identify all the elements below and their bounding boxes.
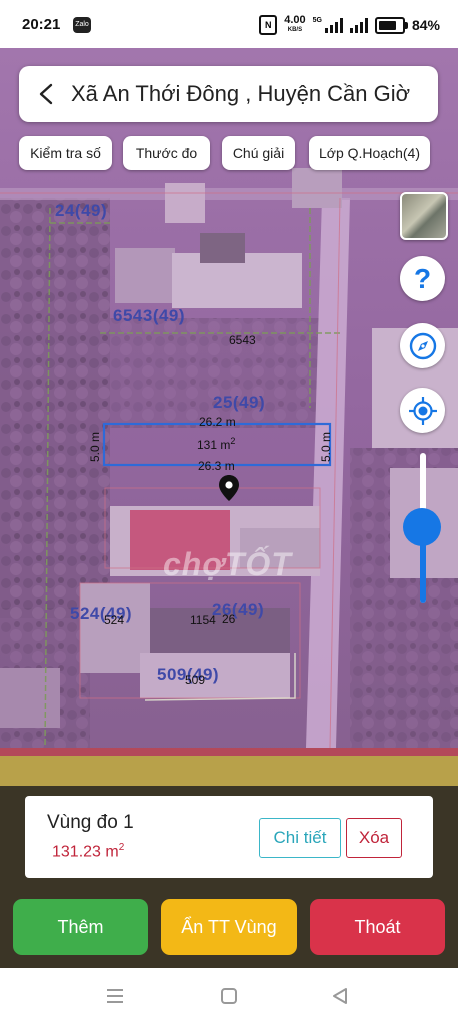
measurement-panel: Vùng đo 1 131.23 m2 Chi tiết Xóa Thêm Ẩn…: [0, 786, 458, 968]
exit-button[interactable]: Thoát: [310, 899, 445, 955]
parcel-number: 6543: [229, 333, 256, 347]
network-speed: 4.00 KB/S: [284, 14, 306, 34]
measure-bottom-length: 26.3 m: [198, 459, 235, 473]
nfc-icon: N: [259, 15, 278, 35]
parcel-label: 6543(49): [113, 306, 186, 325]
signal-5g-icon: 5G: [313, 17, 343, 33]
parcel-number: 509: [185, 673, 206, 687]
help-button[interactable]: ?: [400, 256, 445, 301]
question-icon: ?: [413, 262, 432, 294]
hide-region-info-button[interactable]: Ẩn TT Vùng: [161, 899, 297, 955]
measure-top-length: 26.2 m: [199, 415, 236, 429]
parcel-number: 26: [222, 612, 236, 626]
measure-area: 131 m2: [197, 436, 236, 452]
parcel-number: 1154: [190, 613, 216, 627]
zalo-notification-icon: Zalo: [73, 17, 91, 33]
parcel-label: 26(49): [212, 600, 265, 619]
zoom-slider-knob[interactable]: [403, 508, 441, 546]
system-nav-bar: [0, 968, 458, 1024]
clock: 20:21: [22, 16, 61, 33]
compass-icon: [409, 332, 436, 359]
measure-left-width: 5.0 m: [88, 431, 103, 463]
locate-button[interactable]: [400, 388, 445, 433]
planning-layer-chip[interactable]: Lớp Q.Hoạch(4): [309, 136, 430, 170]
basemap-layer-thumbnail[interactable]: [400, 192, 448, 240]
delete-button[interactable]: Xóa: [346, 818, 402, 858]
parcel-label: 24(49): [55, 201, 108, 220]
measure-right-width: 5.0 m: [319, 431, 334, 463]
triangle-back-icon[interactable]: [331, 987, 349, 1005]
battery-percent: 84%: [411, 17, 440, 33]
watermark: chợTỐT: [163, 546, 292, 582]
signal-icon: [349, 17, 368, 33]
region-card: Vùng đo 1 131.23 m2 Chi tiết Xóa: [25, 796, 433, 878]
gps-target-icon: [408, 396, 437, 425]
status-bar: 20:21 Zalo N 4.00 KB/S 5G 84%: [0, 0, 458, 48]
status-icons: N 4.00 KB/S 5G 84%: [259, 13, 440, 37]
chevron-left-icon[interactable]: [33, 80, 61, 108]
check-number-chip[interactable]: Kiểm tra số: [19, 136, 112, 170]
location-bar[interactable]: Xã An Thới Đông , Huyện Cần Giờ: [19, 66, 438, 122]
region-title: Vùng đo 1: [47, 812, 134, 833]
parcel-number: 524: [104, 613, 125, 627]
legend-chip[interactable]: Chú giải: [222, 136, 295, 170]
ruler-chip[interactable]: Thước đo: [123, 136, 210, 170]
battery-icon: [374, 16, 408, 34]
location-title: Xã An Thới Đông , Huyện Cần Giờ: [71, 81, 411, 106]
compass-button[interactable]: [400, 323, 445, 368]
parcel-label: 25(49): [213, 393, 266, 412]
add-button[interactable]: Thêm: [13, 899, 148, 955]
menu-icon[interactable]: [105, 988, 125, 1004]
region-area: 131.23 m2: [52, 842, 125, 861]
square-home-icon[interactable]: [220, 987, 238, 1005]
detail-button[interactable]: Chi tiết: [259, 818, 341, 858]
